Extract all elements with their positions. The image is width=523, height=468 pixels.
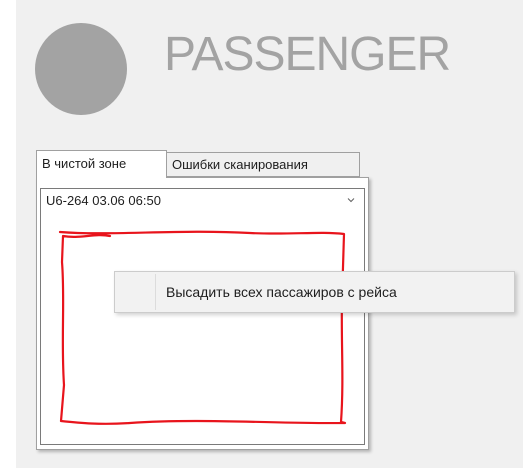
context-menu: Высадить всех пассажиров с рейса [114,271,515,313]
menu-item-unboard-all[interactable]: Высадить всех пассажиров с рейса [117,274,512,310]
flight-select-value: U6-264 03.06 06:50 [46,193,161,208]
avatar [35,23,127,115]
passenger-list[interactable] [40,212,365,445]
menu-item-label: Высадить всех пассажиров с рейса [166,284,397,300]
tab-clean-zone[interactable]: В чистой зоне [36,150,167,178]
flight-select[interactable]: U6-264 03.06 06:50 [40,188,365,213]
chevron-down-icon[interactable] [347,196,355,204]
tab-scan-errors[interactable]: Ошибки сканирования [166,152,360,177]
app-brand-title: PASSENGER [164,28,451,81]
